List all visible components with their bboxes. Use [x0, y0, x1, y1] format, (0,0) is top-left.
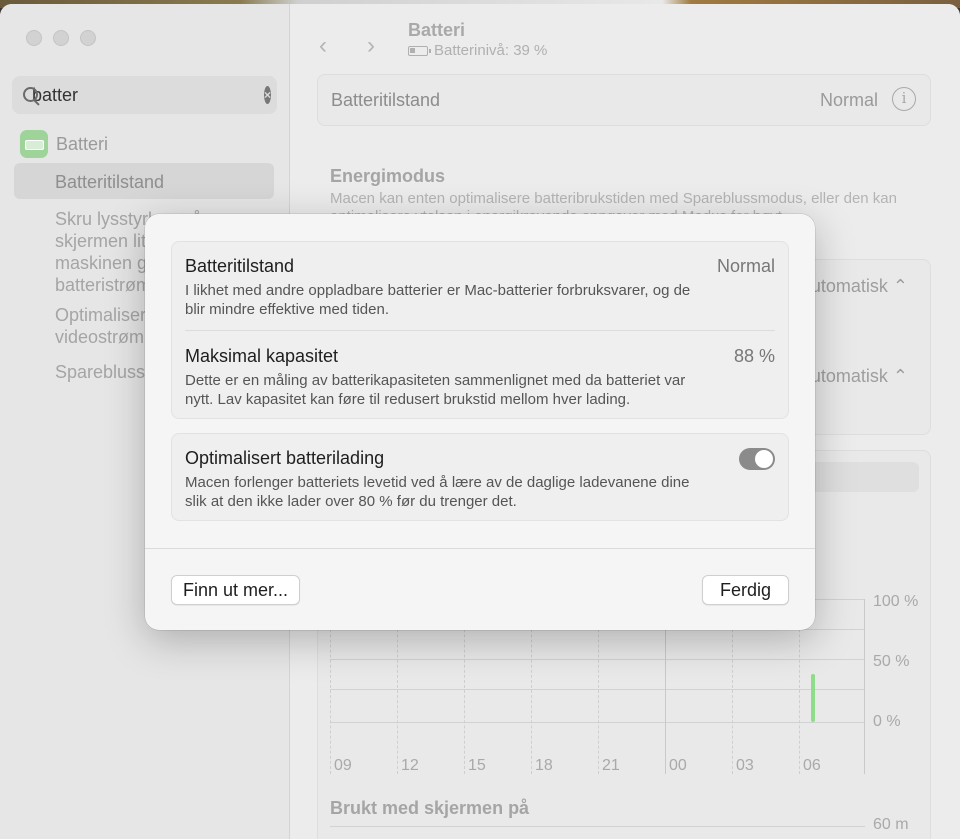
chevron-left-icon[interactable]: ‹: [319, 32, 327, 60]
y-label: 50 %: [873, 653, 910, 670]
close-window-button[interactable]: [26, 30, 42, 46]
optimized-charging-card: Optimalisert batterilading Macen forleng…: [171, 433, 789, 521]
x-label: 00: [669, 757, 687, 774]
battery-icon: [408, 45, 431, 56]
batteritilstand-value: Normal: [819, 90, 878, 110]
learn-more-button[interactable]: Finn ut mer...: [171, 575, 301, 605]
search-input[interactable]: [32, 84, 264, 106]
battery-level-text: Batterinivå: 39 %: [434, 42, 548, 59]
x-label: 09: [334, 757, 352, 774]
gridline: [864, 599, 865, 774]
batteritilstand-description: I likhet med andre oppladbare batterier …: [185, 282, 691, 318]
mode-select-1[interactable]: utomatisk ⌃: [811, 276, 908, 297]
batteritilstand-info-row: Batteritilstand Normal I likhet med andr…: [185, 256, 775, 319]
clear-search-icon[interactable]: ×: [264, 86, 272, 104]
battery-level: Batterinivå: 39 %: [408, 42, 547, 59]
kapasitet-info-row: Maksimal kapasitet 88 % Dette er en måli…: [185, 346, 775, 409]
x-label: 03: [736, 757, 754, 774]
sidebar-item-batteritilstand[interactable]: Batteritilstand: [14, 163, 274, 199]
x-label: 21: [602, 757, 620, 774]
window-controls: [26, 30, 96, 46]
batteritilstand-status: Normal: [716, 256, 775, 276]
optimized-charging-toggle[interactable]: [739, 448, 775, 470]
screen-on-chart: [330, 826, 865, 839]
battery-level-bar: [811, 674, 815, 722]
zoom-window-button[interactable]: [80, 30, 96, 46]
optimized-charging-description: Macen forlenger batteriets levetid ved å…: [185, 474, 690, 510]
health-info-card: Batteritilstand Normal I likhet med andr…: [171, 241, 789, 419]
divider: [185, 330, 775, 331]
mode-select-2[interactable]: utomatisk ⌃: [811, 366, 908, 387]
optimized-charging-row: Optimalisert batterilading Macen forleng…: [185, 448, 775, 511]
brukt-heading: Brukt med skjermen på: [330, 798, 530, 818]
x-label: 15: [468, 757, 486, 774]
batteritilstand-label: Batteritilstand: [331, 90, 441, 110]
search-field[interactable]: ×: [12, 76, 277, 114]
battery-health-dialog: Batteritilstand Normal I likhet med andr…: [145, 214, 815, 630]
optimized-charging-title: Optimalisert batterilading: [185, 448, 385, 468]
sidebar-section-batteri[interactable]: Batteri: [20, 130, 108, 158]
batteritilstand-row: Batteritilstand Normal i: [317, 74, 931, 126]
y-label: 0 %: [873, 713, 901, 730]
minimize-window-button[interactable]: [53, 30, 69, 46]
energimodus-heading: Energimodus: [330, 166, 446, 186]
y-label: 60 m: [873, 816, 909, 833]
x-label: 06: [803, 757, 821, 774]
batteritilstand-title: Batteritilstand: [185, 256, 295, 276]
chevron-right-icon[interactable]: ›: [367, 32, 375, 60]
battery-app-icon: [20, 130, 48, 158]
done-button[interactable]: Ferdig: [701, 575, 789, 605]
x-label: 18: [535, 757, 553, 774]
y-label: 100 %: [873, 593, 919, 610]
sidebar-section-label: Batteri: [56, 133, 109, 154]
page-title: Batteri: [408, 20, 466, 40]
kapasitet-title: Maksimal kapasitet: [185, 346, 339, 366]
kapasitet-description: Dette er en måling av batterikapasiteten…: [185, 372, 686, 408]
x-label: 12: [401, 757, 419, 774]
kapasitet-value: 88 %: [733, 346, 775, 366]
info-icon[interactable]: i: [892, 87, 916, 111]
footer-divider: [145, 548, 815, 549]
